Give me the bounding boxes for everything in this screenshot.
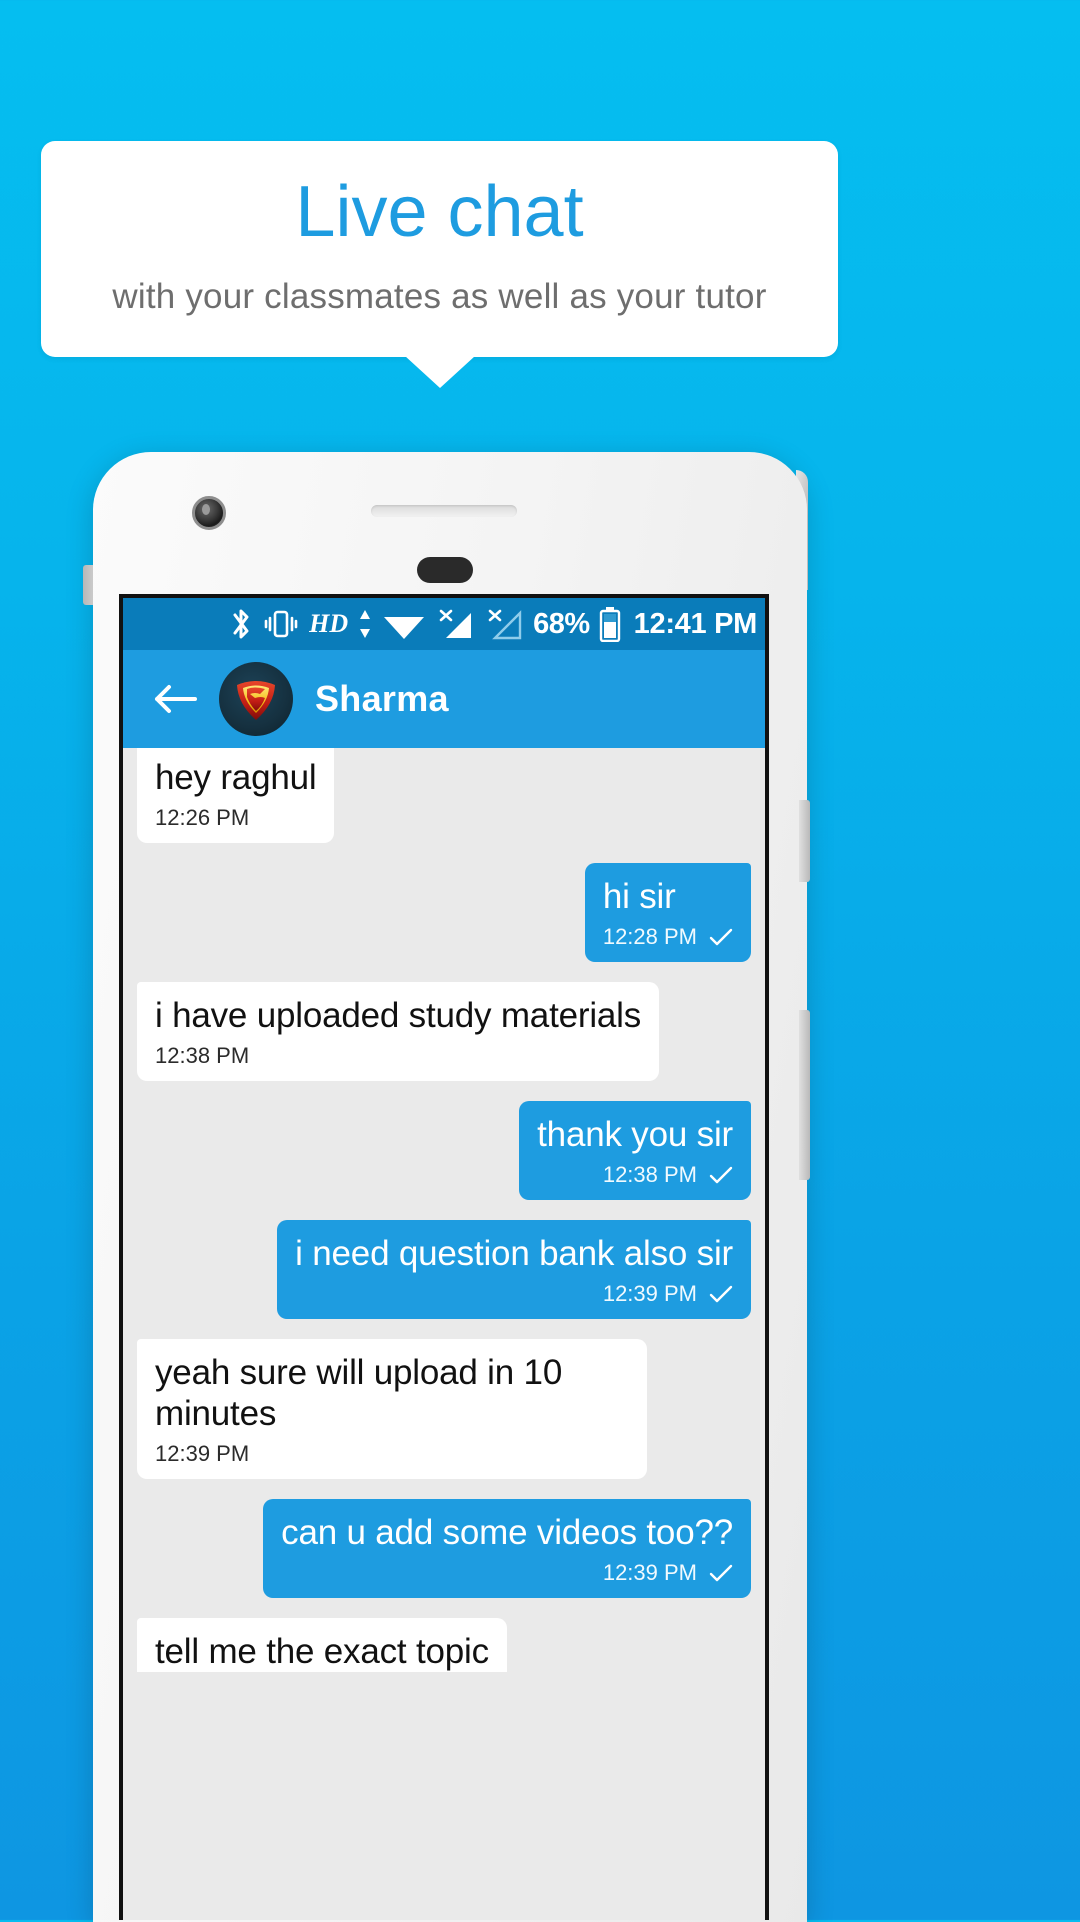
delivered-check-icon bbox=[709, 1165, 733, 1184]
message-meta: 12:39 PM bbox=[281, 1560, 733, 1586]
front-camera-glint bbox=[202, 504, 210, 515]
status-bar: HD 68% 12:41 PM bbox=[123, 598, 765, 650]
message-text: can u add some videos too?? bbox=[281, 1512, 733, 1552]
message-bubble-incoming[interactable]: hey raghul 12:26 PM bbox=[137, 748, 335, 843]
message-meta: 12:39 PM bbox=[155, 1441, 629, 1467]
battery-icon bbox=[599, 606, 621, 642]
phone-power-button bbox=[799, 800, 810, 882]
message-row[interactable]: can u add some videos too?? 12:39 PM bbox=[137, 1498, 751, 1598]
delivered-check-icon bbox=[709, 1563, 733, 1582]
signal-sim2-no-service-icon bbox=[484, 607, 524, 641]
message-bubble-outgoing[interactable]: can u add some videos too?? 12:39 PM bbox=[263, 1498, 751, 1598]
message-meta: 12:38 PM bbox=[537, 1162, 733, 1188]
proximity-sensor bbox=[417, 557, 473, 583]
phone-volume-button bbox=[799, 1010, 810, 1180]
chat-toolbar: Sharma bbox=[123, 650, 765, 748]
message-bubble-outgoing[interactable]: hi sir 12:28 PM bbox=[584, 862, 751, 962]
promo-card-tail bbox=[405, 356, 475, 388]
message-bubble-incoming[interactable]: yeah sure will upload in 10 minutes 12:3… bbox=[137, 1338, 647, 1479]
message-time: 12:38 PM bbox=[155, 1042, 250, 1068]
earpiece-speaker bbox=[371, 505, 517, 517]
message-row[interactable]: thank you sir 12:38 PM bbox=[137, 1100, 751, 1200]
hd-voice-icon: HD bbox=[309, 609, 349, 638]
signal-sim1-no-service-icon bbox=[435, 607, 475, 641]
battery-percentage: 68% bbox=[533, 607, 590, 640]
message-row[interactable]: i have uploaded study materials 12:38 PM bbox=[137, 981, 751, 1081]
superman-avatar-icon bbox=[237, 681, 275, 720]
message-row[interactable]: yeah sure will upload in 10 minutes 12:3… bbox=[137, 1338, 751, 1479]
message-text: hi sir bbox=[602, 876, 676, 916]
vibrate-icon bbox=[262, 608, 300, 640]
avatar[interactable] bbox=[219, 662, 293, 736]
message-meta: 12:26 PM bbox=[155, 805, 316, 831]
back-arrow-icon[interactable] bbox=[153, 682, 197, 716]
message-bubble-incoming[interactable]: tell me the exact topic bbox=[137, 1617, 507, 1673]
message-time: 12:26 PM bbox=[155, 804, 250, 830]
message-meta: 12:38 PM bbox=[155, 1043, 641, 1069]
message-text: i need question bank also sir bbox=[295, 1233, 733, 1273]
delivered-check-icon bbox=[709, 927, 733, 946]
message-list[interactable]: hey raghul 12:26 PM hi sir 12:28 PM i ha… bbox=[123, 748, 765, 1920]
message-bubble-incoming[interactable]: i have uploaded study materials 12:38 PM bbox=[137, 981, 660, 1081]
message-time: 12:38 PM bbox=[602, 1161, 697, 1187]
message-time: 12:39 PM bbox=[602, 1280, 697, 1306]
message-time: 12:39 PM bbox=[155, 1440, 250, 1466]
message-time: 12:39 PM bbox=[602, 1559, 697, 1585]
page-subtitle: with your classmates as well as your tut… bbox=[112, 276, 767, 316]
message-text: hey raghul bbox=[155, 758, 317, 797]
promo-card: Live chat with your classmates as well a… bbox=[41, 141, 838, 357]
data-transfer-icon bbox=[357, 608, 373, 640]
message-meta: 12:28 PM bbox=[603, 924, 733, 950]
message-row[interactable]: i need question bank also sir 12:39 PM bbox=[137, 1219, 751, 1319]
message-bubble-outgoing[interactable]: i need question bank also sir 12:39 PM bbox=[277, 1219, 751, 1319]
wifi-icon bbox=[382, 608, 426, 640]
message-meta: 12:39 PM bbox=[295, 1281, 733, 1307]
bluetooth-icon bbox=[229, 607, 253, 641]
message-text: tell me the exact topic bbox=[155, 1631, 489, 1671]
phone-screen: HD 68% 12:41 PM Sharma hey raghul 12:26 … bbox=[119, 594, 769, 1920]
message-time: 12:28 PM bbox=[602, 923, 697, 949]
chat-contact-name: Sharma bbox=[315, 678, 449, 719]
message-bubble-outgoing[interactable]: thank you sir 12:38 PM bbox=[519, 1100, 751, 1200]
page-title: Live chat bbox=[295, 172, 584, 253]
message-text: yeah sure will upload in 10 minutes bbox=[155, 1352, 563, 1433]
message-text: thank you sir bbox=[537, 1114, 733, 1154]
message-row[interactable]: hi sir 12:28 PM bbox=[137, 862, 751, 962]
message-row[interactable]: hey raghul 12:26 PM bbox=[137, 748, 751, 843]
message-row[interactable]: tell me the exact topic bbox=[137, 1617, 751, 1673]
status-bar-clock: 12:41 PM bbox=[633, 607, 758, 640]
message-text: i have uploaded study materials bbox=[155, 995, 642, 1035]
delivered-check-icon bbox=[709, 1284, 733, 1303]
